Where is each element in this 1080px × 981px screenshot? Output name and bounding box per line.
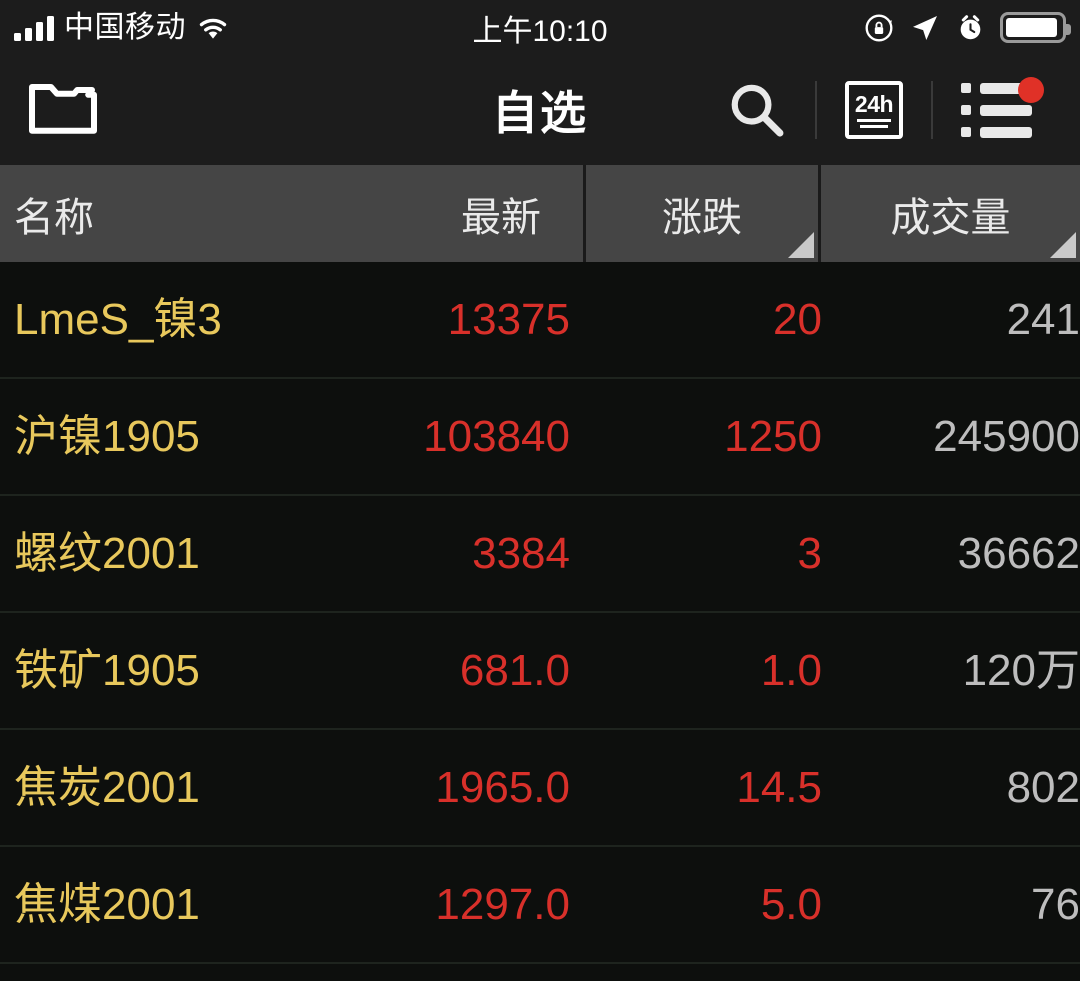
table-row[interactable]: 焦炭2001 1965.0 14.5 802	[0, 730, 1080, 847]
folder-icon	[29, 83, 97, 134]
status-bar-right	[863, 12, 1080, 44]
column-header-change[interactable]: 涨跌	[583, 165, 818, 262]
cell-name: 铁矿1905	[14, 645, 200, 695]
signal-bars-icon	[14, 15, 54, 41]
list-menu-button[interactable]	[933, 55, 1060, 165]
table-row[interactable]: 焦煤2001 1297.0 5.0 76	[0, 847, 1080, 964]
cell-change: 5.0	[760, 879, 822, 929]
app-root: 中国移动 上午10:10 自选 24h 名称 最新 涨跌 成交量 LmeS_镍3…	[0, 0, 1080, 981]
quote-list: LmeS_镍3 13375 20 241 沪镍1905 103840 1250 245900 螺…	[0, 262, 1080, 964]
cell-volume: 76	[1031, 879, 1080, 929]
cell-volume: 241	[1006, 294, 1080, 344]
location-arrow-icon	[913, 15, 937, 40]
cell-volume: 120万	[962, 645, 1080, 695]
news-24h-label: 24h	[854, 90, 894, 117]
cell-change: 3	[797, 528, 822, 578]
cell-name: 沪镍1905	[14, 411, 200, 461]
cell-change: 20	[773, 294, 822, 344]
table-row[interactable]: LmeS_镍3 13375 20 241	[0, 262, 1080, 379]
cell-volume: 36662	[957, 528, 1080, 578]
table-header: 名称 最新 涨跌 成交量	[0, 165, 1080, 262]
table-row[interactable]: 沪镍1905 103840 1250 245900	[0, 379, 1080, 496]
sort-corner-icon	[1050, 232, 1076, 258]
cell-volume: 802	[1006, 762, 1080, 812]
alarm-clock-icon	[960, 15, 981, 40]
column-label-change: 涨跌	[662, 195, 742, 240]
cell-last: 1297.0	[435, 879, 570, 929]
cell-last: 3384	[472, 528, 570, 578]
cell-name: 螺纹2001	[14, 528, 200, 578]
battery-icon	[1000, 12, 1071, 43]
wifi-icon	[199, 18, 227, 39]
notification-badge	[1018, 77, 1044, 103]
column-label-name: 名称	[14, 195, 94, 240]
cell-name: 焦煤2001	[14, 879, 200, 929]
column-header-volume[interactable]: 成交量	[818, 165, 1080, 262]
column-label-volume: 成交量	[890, 195, 1011, 240]
carrier-label: 中国移动	[64, 10, 186, 44]
status-bar: 中国移动 上午10:10	[0, 0, 1080, 55]
nav-actions: 24h	[697, 55, 1080, 165]
cell-name: LmeS_镍3	[14, 294, 222, 344]
news-24h-button[interactable]: 24h	[817, 55, 931, 165]
search-icon	[731, 84, 784, 137]
cell-last: 1965.0	[435, 762, 570, 812]
news-line-1	[857, 118, 891, 122]
sort-corner-icon	[788, 232, 814, 258]
news-line-2	[860, 124, 888, 128]
column-label-last: 最新	[461, 195, 541, 240]
cell-last: 681.0	[459, 645, 570, 695]
table-row[interactable]: 铁矿1905 681.0 1.0 120万	[0, 613, 1080, 730]
rotation-lock-icon	[865, 14, 893, 41]
nav-bar: 自选 24h	[0, 55, 1080, 165]
cell-volume: 245900	[933, 411, 1080, 461]
folder-button[interactable]	[0, 79, 100, 142]
cell-change: 1.0	[760, 645, 822, 695]
cell-name: 焦炭2001	[14, 762, 200, 812]
cell-last: 103840	[423, 411, 570, 461]
status-bar-left: 中国移动	[0, 10, 230, 44]
column-header-name[interactable]: 名称 最新	[0, 165, 583, 262]
cell-change: 1250	[724, 411, 822, 461]
search-button[interactable]	[697, 55, 815, 165]
cell-change: 14.5	[736, 762, 822, 812]
table-row[interactable]: 螺纹2001 3384 3 36662	[0, 496, 1080, 613]
cell-last: 13375	[447, 294, 570, 344]
news-24h-icon: 24h	[845, 81, 903, 139]
